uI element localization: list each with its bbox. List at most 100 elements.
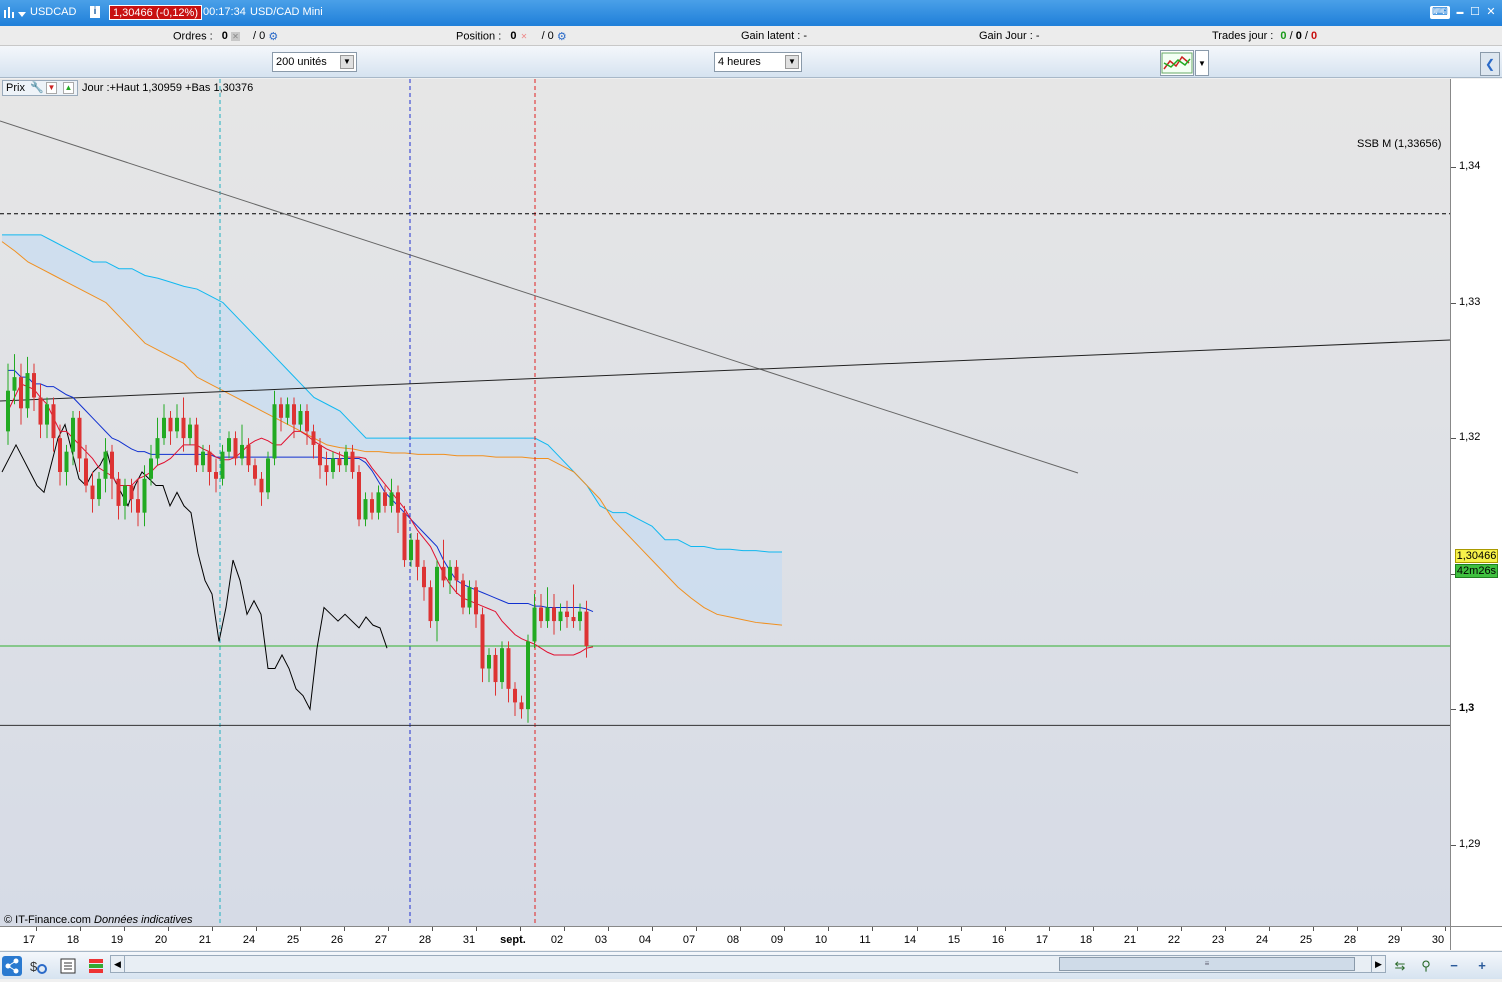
candle-body [51, 404, 56, 439]
y-tick-label: 1,29 [1459, 837, 1481, 850]
close-position-icon[interactable]: ✕ [520, 32, 529, 41]
candle-body [240, 444, 244, 459]
order-book-icon[interactable] [86, 956, 106, 976]
share-icon[interactable] [2, 956, 22, 976]
zoom-out-icon[interactable]: − [1444, 956, 1464, 976]
candle-body [532, 607, 537, 642]
x-tick-label: 04 [638, 934, 652, 946]
position-settings-icon[interactable]: ⚙ [557, 31, 567, 43]
x-tick-label: 24 [242, 934, 256, 946]
candle-body [389, 492, 394, 506]
chevron-down-icon[interactable]: ▼ [1195, 50, 1209, 76]
x-tick-label: 15 [947, 934, 961, 946]
time-axis[interactable]: 17 18 19 20 21 24 25 26 27 28 31 sept. 02 03 04 07 08 09 1… [0, 926, 1450, 950]
trades-neutral: 0 [1295, 30, 1302, 42]
quantity-select[interactable]: 200 unités ▼ [272, 52, 357, 72]
candle-body [6, 390, 10, 432]
x-tick-mark [652, 927, 653, 931]
indicators-icon[interactable] [1160, 50, 1194, 76]
candle-body [370, 499, 374, 513]
wrench-icon[interactable]: 🔧 [30, 81, 44, 94]
chart-scrollbar[interactable]: ◀ ≡ ▶ [110, 955, 1386, 973]
clock-time: 00:17:34 [203, 6, 246, 18]
x-tick-mark [432, 927, 433, 931]
orders-settings-icon[interactable]: ⚙ [268, 31, 278, 43]
arrow-down-icon[interactable]: ▼ [46, 82, 57, 94]
y-tick-label: 1,32 [1459, 431, 1481, 444]
x-tick-mark [1049, 927, 1050, 931]
zoom-area-icon[interactable]: ⚲ [1416, 956, 1436, 976]
x-tick-mark [1093, 927, 1094, 931]
price-axis[interactable]: 1,341,331,321,311,31,29 [1450, 79, 1502, 926]
candle-body [480, 614, 485, 669]
panel-toggle-icon[interactable]: ❮ [1480, 52, 1500, 76]
y-tick-mark [1451, 302, 1456, 304]
candle-body [116, 478, 121, 506]
candle-body [383, 492, 387, 506]
x-tick-mark [476, 927, 477, 931]
x-tick-mark [36, 927, 37, 931]
candle-body [155, 438, 160, 459]
candle-body [519, 702, 524, 710]
period-select[interactable]: 4 heures ▼ [714, 52, 802, 72]
candle-body [584, 611, 589, 647]
price-settings-icon[interactable]: $ [28, 956, 48, 976]
x-tick-label: 03 [594, 934, 608, 946]
arrow-up-icon[interactable]: ▲ [63, 82, 74, 94]
candle-body [194, 424, 199, 466]
orders-total: / 0 [253, 30, 266, 43]
x-tick-mark [256, 927, 257, 931]
candle-body [19, 377, 23, 409]
x-tick-label: 25 [286, 934, 300, 946]
info-icon[interactable]: i [90, 6, 100, 18]
symbol-name[interactable]: USDCAD [30, 6, 76, 18]
candle-body [227, 438, 231, 452]
scroll-left-icon[interactable]: ◀ [111, 956, 125, 972]
candle-body [396, 492, 400, 513]
candle-body [233, 438, 238, 459]
zoom-in-icon[interactable]: + [1472, 956, 1492, 976]
candle-body [149, 458, 153, 479]
maximize-button[interactable]: ☐ [1468, 6, 1482, 19]
candle-body [136, 499, 140, 513]
period-value: 4 heures [718, 56, 761, 68]
candle-body [253, 465, 257, 479]
x-tick-label: 30 [1431, 934, 1445, 946]
scroll-thumb[interactable]: ≡ [1059, 957, 1355, 971]
x-tick-mark [1225, 927, 1226, 931]
x-tick-mark [1313, 927, 1314, 931]
prix-panel[interactable]: Prix 🔧 ▼ ▲ [2, 80, 78, 96]
app-chart-icon[interactable] [4, 6, 14, 18]
x-tick-label: 08 [726, 934, 740, 946]
candle-body [97, 478, 101, 500]
candle-body [90, 485, 95, 500]
minimize-button[interactable]: ▬ [1453, 6, 1467, 19]
x-tick-mark [520, 927, 521, 931]
close-button[interactable]: ✕ [1484, 6, 1498, 19]
candle-body [77, 417, 82, 459]
chart-canvas[interactable] [0, 79, 1450, 926]
position-label: Position : [456, 30, 502, 43]
trades-label: Trades jour : [1212, 30, 1274, 42]
ssb-label: SSB M (1,33656) [1357, 138, 1442, 150]
keyboard-icon[interactable]: ⌨ [1430, 6, 1450, 19]
scroll-right-icon[interactable]: ▶ [1371, 956, 1385, 972]
candle-body [500, 648, 504, 683]
x-tick-mark [212, 927, 213, 931]
list-icon[interactable] [58, 956, 78, 976]
candle-body [376, 492, 381, 513]
x-tick-mark [300, 927, 301, 931]
y-tick-mark [1451, 844, 1456, 846]
candle-body [110, 451, 114, 479]
auto-scroll-icon[interactable]: ⇆ [1390, 956, 1410, 976]
price-chart[interactable] [0, 79, 1450, 926]
chevron-down-icon[interactable]: ▼ [340, 55, 354, 69]
candle-body [467, 587, 472, 608]
symbol-dropdown-icon[interactable] [18, 9, 26, 21]
x-tick-label: sept. [500, 934, 526, 946]
candle-body [552, 607, 556, 622]
x-tick-mark [1401, 927, 1402, 931]
chevron-down-icon[interactable]: ▼ [785, 55, 799, 69]
cancel-orders-icon[interactable]: ✕ [230, 32, 240, 41]
x-tick-label: 10 [814, 934, 828, 946]
